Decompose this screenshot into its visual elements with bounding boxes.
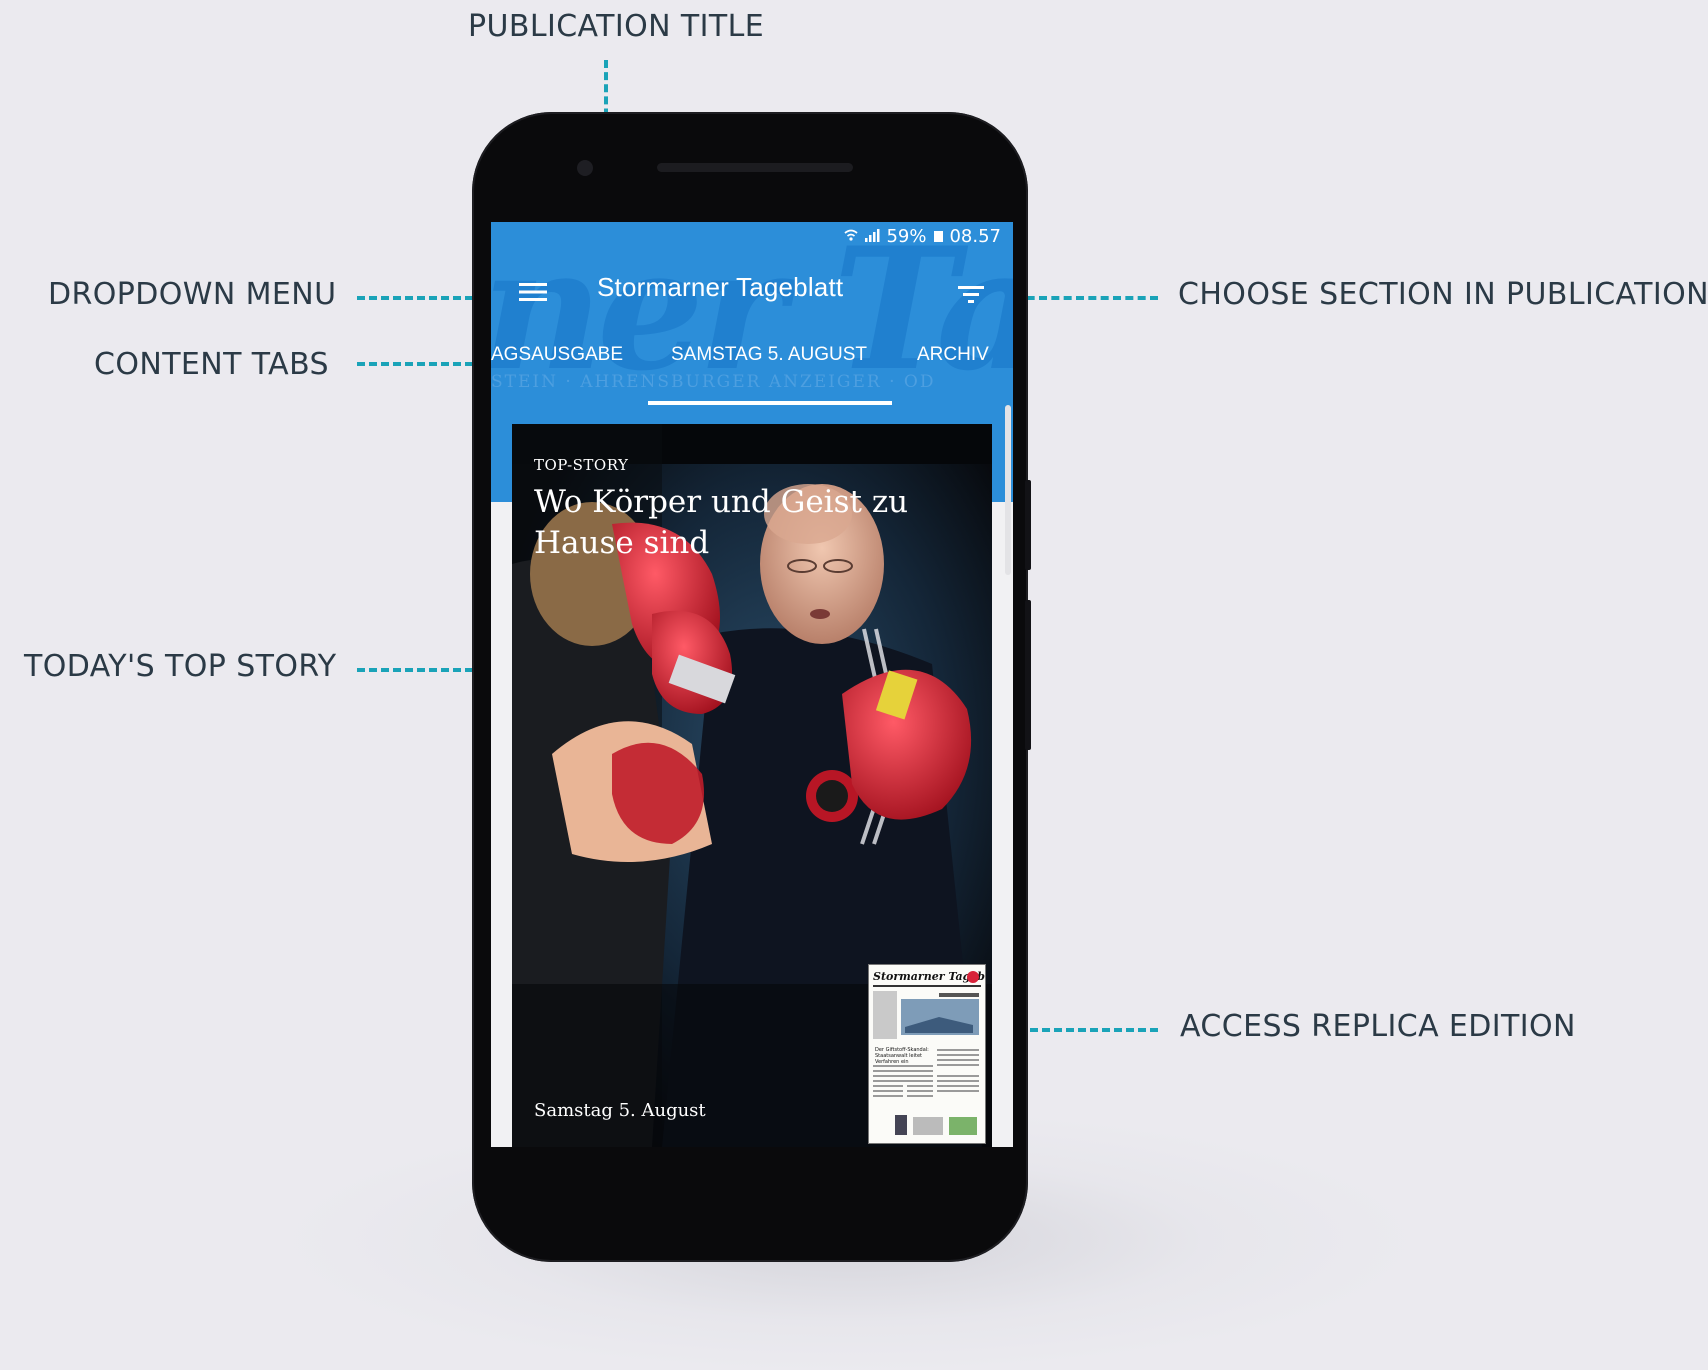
callout-publication-title: PUBLICATION TITLE <box>468 9 765 44</box>
wifi-icon <box>844 226 859 247</box>
masthead-band: STEIN · AHRENSBURGER ANZEIGER · OD <box>491 372 936 392</box>
tab-archiv[interactable]: ARCHIV <box>917 344 989 366</box>
publication-title: Stormarner Tageblatt <box>597 272 844 302</box>
volume-button <box>1025 480 1031 570</box>
selected-tab-indicator <box>648 401 892 405</box>
callout-content-tabs: CONTENT TABS <box>94 347 330 382</box>
phone-screen: ner Tag STEIN · AHRENSBURGER ANZEIGER · … <box>491 222 1013 1147</box>
scroll-edge <box>1005 405 1011 575</box>
top-story-date: Samstag 5. August <box>534 1100 706 1121</box>
content-tabs: AGSAUSGABE SAMSTAG 5. AUGUST ARCHIV <box>491 344 1013 372</box>
callout-replica-edition: ACCESS REPLICA EDITION <box>1180 1009 1576 1044</box>
status-bar: 59% 08.57 <box>844 226 1001 247</box>
replica-edition-thumbnail[interactable]: Stormarner Tageblatt <box>868 964 986 1144</box>
power-button <box>1025 600 1031 750</box>
tab-tagesausgabe[interactable]: AGSAUSGABE <box>491 344 623 366</box>
app-toolbar: Stormarner Tageblatt <box>491 266 1013 320</box>
front-camera <box>577 160 593 176</box>
top-story-headline: Wo Körper und Geist zu Hause sind <box>534 484 909 561</box>
callout-line-replica-edition <box>1006 1028 1158 1032</box>
callout-dropdown-menu: DROPDOWN MENU <box>48 277 337 312</box>
filter-sections-icon[interactable] <box>951 274 991 314</box>
signal-icon <box>864 226 880 247</box>
clock: 08.57 <box>949 226 1001 247</box>
top-story-card[interactable]: TOP-STORY Wo Körper und Geist zu Hause s… <box>512 424 992 1147</box>
battery-text: 59% <box>886 226 927 247</box>
callout-top-story: TODAY'S TOP STORY <box>24 649 337 684</box>
top-story-kicker: TOP-STORY <box>534 456 629 474</box>
tab-samstag[interactable]: SAMSTAG 5. AUGUST <box>671 344 867 366</box>
battery-icon <box>934 231 944 242</box>
callout-choose-section: CHOOSE SECTION IN PUBLICATION <box>1178 277 1708 312</box>
earpiece-speaker <box>657 163 853 172</box>
hamburger-menu-icon[interactable] <box>513 272 553 312</box>
replica-headline: Der Giftstoff-Skandal: Staatsanwalt leit… <box>875 1047 929 1065</box>
